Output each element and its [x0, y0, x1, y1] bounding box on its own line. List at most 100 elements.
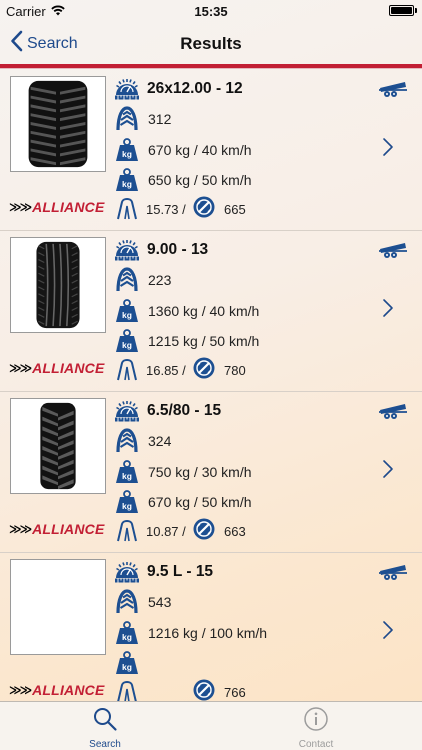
tire-image [10, 76, 106, 172]
wheel-icon [192, 517, 216, 546]
ratio-value: 15.73 / [146, 202, 186, 217]
brand-name: ALLIANCE [32, 199, 105, 215]
load-row-1: kg 1216 kg / 100 km/h [114, 620, 267, 646]
code-value: 665 [224, 202, 246, 217]
tire-size: 9.5 L - 15 [147, 563, 214, 580]
load-row-2: kg [114, 650, 148, 676]
svg-text:kg: kg [122, 310, 132, 320]
spec-number: 543 [148, 594, 172, 610]
wheel-icon [192, 195, 216, 224]
battery-icon [389, 5, 414, 16]
tab-bar: Search Contact [0, 701, 422, 750]
brand-mark-icon: ≫≫ [9, 683, 32, 697]
load-row-2: kg 650 kg / 50 km/h [114, 167, 252, 193]
trailer-icon [378, 78, 408, 103]
load-row-2: kg 670 kg / 50 km/h [114, 489, 252, 515]
brand-mark-icon: ≫≫ [9, 522, 32, 536]
wheel-icon [192, 678, 216, 701]
profile-row [114, 517, 140, 543]
tread-profile-icon [114, 195, 140, 221]
brand-name: ALLIANCE [32, 360, 105, 376]
brand-name: ALLIANCE [32, 521, 105, 537]
ratio-value: 16.85 / [146, 363, 186, 378]
tab-contact-label: Contact [298, 739, 334, 750]
chevron-right-icon[interactable] [382, 459, 394, 484]
navigation-bar: Search Results [0, 22, 422, 66]
brand-name: ALLIANCE [32, 682, 105, 698]
brand-logo: ≫≫ ALLIANCE [9, 199, 105, 215]
load-row-1: kg 750 kg / 30 km/h [114, 459, 252, 485]
spec-row: 312 [114, 106, 171, 132]
svg-text:kg: kg [122, 179, 132, 189]
tire-size: 26x12.00 - 12 [147, 80, 243, 97]
tread-icon [114, 106, 140, 132]
brand-mark-icon: ≫≫ [9, 200, 32, 214]
trailer-icon [378, 239, 408, 264]
weight-kg-icon: kg [114, 489, 140, 515]
brand-mark-icon: ≫≫ [9, 361, 32, 375]
weight-kg-icon: kg [114, 650, 140, 676]
brand-logo: ≫≫ ALLIANCE [9, 682, 105, 698]
load-speed-1: 1216 kg / 100 km/h [148, 625, 268, 641]
load-speed-2: 670 kg / 50 km/h [148, 494, 252, 510]
result-card[interactable]: ≫≫ ALLIANCE 9.00 - 13 223 kg 1360 kg / 40 km/… [0, 231, 422, 392]
tire-image [10, 559, 106, 655]
tire-image [10, 237, 106, 333]
tread-icon [114, 267, 140, 293]
svg-text:kg: kg [122, 662, 132, 672]
tire-image [10, 398, 106, 494]
spec-number: 223 [148, 272, 172, 288]
tire-size: 9.00 - 13 [147, 241, 209, 258]
weight-kg-icon: kg [114, 137, 140, 163]
status-time: 15:35 [194, 4, 228, 19]
size-row: 9.5 L - 15 [114, 559, 213, 585]
wheel-icon [192, 356, 216, 385]
size-row: 26x12.00 - 12 [114, 76, 243, 102]
tire-size: 6.5/80 - 15 [147, 402, 222, 419]
load-row-1: kg 670 kg / 40 km/h [114, 137, 252, 163]
spec-number: 312 [148, 111, 172, 127]
gauge-icon [114, 559, 140, 585]
info-icon [303, 707, 329, 736]
tab-search-label: Search [89, 739, 121, 750]
search-icon [92, 708, 118, 736]
battery-tip [415, 8, 417, 13]
result-card[interactable]: ≫≫ ALLIANCE 6.5/80 - 15 324 kg 750 kg / 30 km… [0, 392, 422, 553]
svg-text:kg: kg [122, 340, 132, 350]
trailer-icon [378, 400, 408, 425]
code-value: 766 [224, 685, 246, 700]
load-row-1: kg 1360 kg / 40 km/h [114, 298, 259, 324]
chevron-right-icon[interactable] [382, 620, 394, 645]
load-speed-2: 650 kg / 50 km/h [148, 172, 252, 188]
weight-kg-icon: kg [114, 328, 140, 354]
svg-text:kg: kg [122, 632, 132, 642]
tread-icon [114, 428, 140, 454]
tab-search[interactable]: Search [45, 706, 165, 750]
gauge-icon [114, 76, 140, 102]
spec-row: 543 [114, 589, 171, 615]
load-speed-1: 670 kg / 40 km/h [148, 142, 252, 158]
brand-logo: ≫≫ ALLIANCE [9, 521, 105, 537]
gauge-icon [114, 237, 140, 263]
tread-profile-icon [114, 356, 140, 382]
code-value: 780 [224, 363, 246, 378]
tread-icon [114, 589, 140, 615]
weight-kg-icon: kg [114, 298, 140, 324]
weight-kg-icon: kg [114, 459, 140, 485]
result-card[interactable]: ≫≫ ALLIANCE 9.5 L - 15 543 kg 1216 kg / 100 k… [0, 553, 422, 701]
svg-text:kg: kg [122, 149, 132, 159]
svg-text:kg: kg [122, 471, 132, 481]
trailer-icon [378, 561, 408, 586]
result-card[interactable]: ≫≫ ALLIANCE 26x12.00 - 12 312 kg 670 kg / 40 … [0, 70, 422, 231]
results-list[interactable]: ≫≫ ALLIANCE 26x12.00 - 12 312 kg 670 kg / 40 … [0, 70, 422, 701]
load-row-2: kg 1215 kg / 50 km/h [114, 328, 259, 354]
chevron-right-icon[interactable] [382, 137, 394, 162]
profile-row [114, 356, 140, 382]
gauge-icon [114, 398, 140, 424]
size-row: 9.00 - 13 [114, 237, 208, 263]
chevron-right-icon[interactable] [382, 298, 394, 323]
tread-profile-icon [114, 517, 140, 543]
profile-row [114, 678, 140, 701]
tab-contact[interactable]: Contact [256, 706, 376, 750]
size-row: 6.5/80 - 15 [114, 398, 221, 424]
